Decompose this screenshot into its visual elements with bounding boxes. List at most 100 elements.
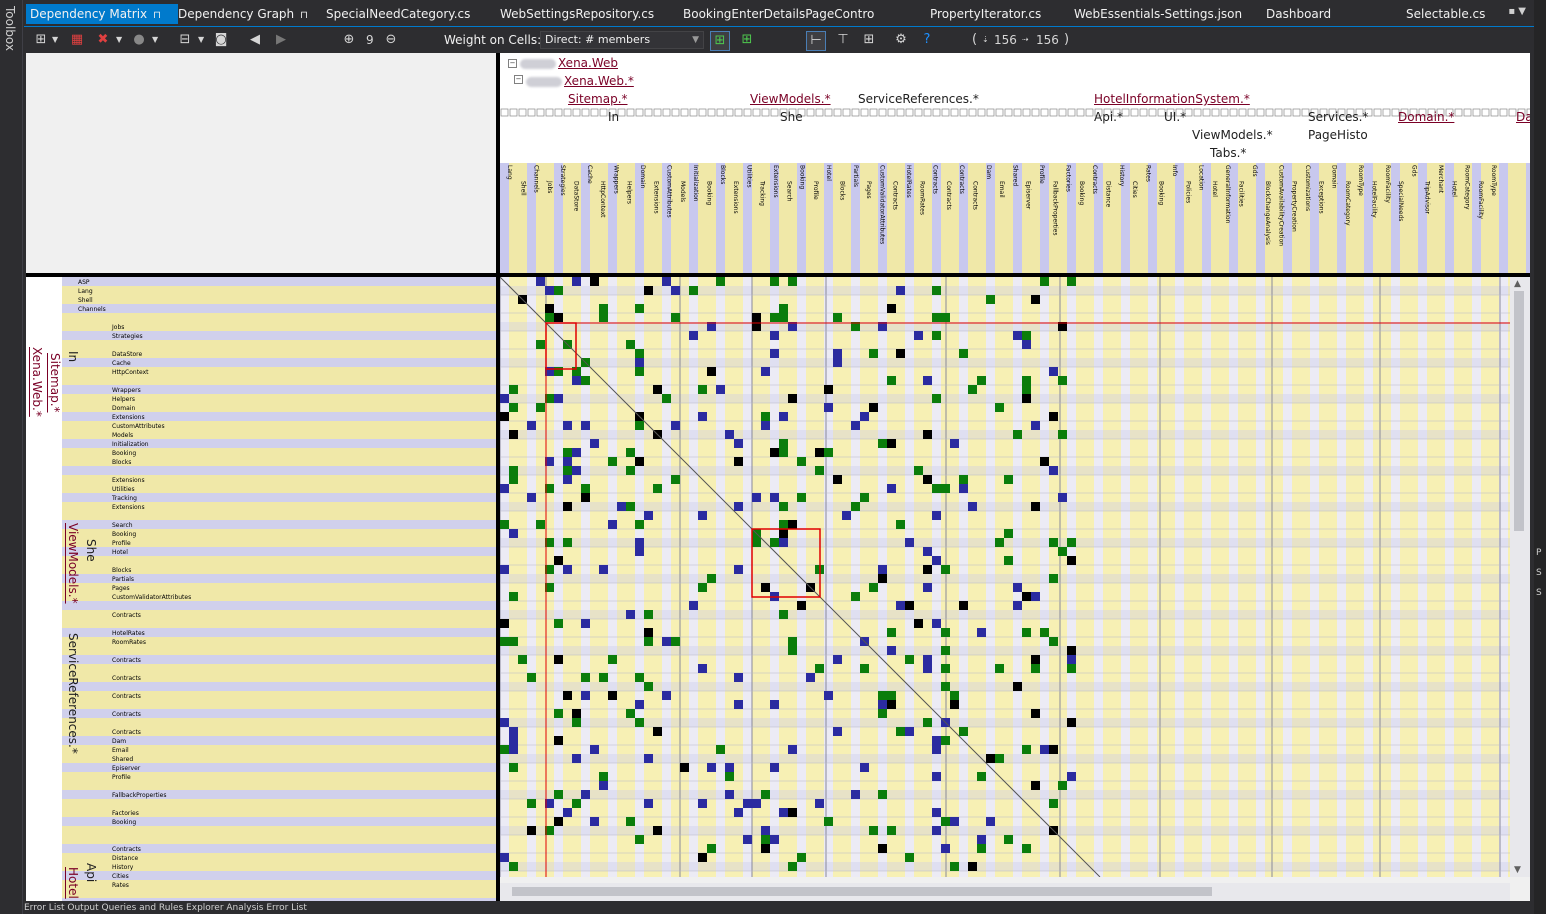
expand-icon[interactable] [1274,108,1283,117]
collapse-icon[interactable]: − [508,59,517,68]
expand-icon[interactable] [1040,108,1049,117]
horizontal-scroll-thumb[interactable] [512,887,1212,896]
toolbox-panel[interactable]: Toolbox [0,0,23,914]
expand-icon[interactable] [680,108,689,117]
expand-icon[interactable] [860,108,869,117]
expand-icon[interactable] [1499,108,1508,117]
matrix-options-icon[interactable]: ⊞ [32,31,50,49]
expand-icon[interactable] [869,108,878,117]
expand-icon[interactable] [995,108,1004,117]
row-leaf-label[interactable]: Email [112,747,129,754]
column-leaf-label[interactable]: Extensions [772,165,779,198]
back-icon[interactable]: ◀ [246,31,264,49]
tab-specialneedcategory[interactable]: SpecialNeedCategory.cs [322,4,476,24]
column-leaf-label[interactable]: Hotel [1211,181,1218,197]
expand-icon[interactable] [851,108,860,117]
row-leaf-label[interactable]: Contracts [112,711,141,718]
expand-icon[interactable] [500,108,509,117]
row-leaf-label[interactable]: ASP [78,279,90,286]
column-leaf-label[interactable]: Policies [1184,181,1191,203]
column-leaf-label[interactable]: Factories [1065,165,1072,192]
row-leaf-label[interactable]: DataStore [112,351,142,358]
expand-icon[interactable] [842,108,851,117]
column-leaf-label[interactable]: Location [1198,165,1205,190]
column-leaf-label[interactable]: Exceptions [1317,181,1324,214]
expand-icon[interactable] [761,108,770,117]
column-leaf-label[interactable]: Utilities [745,165,752,188]
expand-icon[interactable] [968,108,977,117]
expand-icon[interactable] [1373,108,1382,117]
row-ns-hotel[interactable]: Hotel [66,867,80,899]
col-ns-ui-viewmodels[interactable]: ViewModels.* [1192,128,1273,142]
expand-icon[interactable] [1067,108,1076,117]
expand-icon[interactable] [545,108,554,117]
tab-dependency-matrix[interactable]: Dependency Matrix ⊓ [26,4,178,24]
tab-selectable[interactable]: Selectable.cs [1402,4,1496,24]
forward-icon[interactable]: ▶ [272,31,290,49]
expand-icon[interactable] [923,108,932,117]
expand-icon[interactable] [653,108,662,117]
column-leaf-label[interactable]: Booking [706,181,713,205]
column-leaf-label[interactable]: Rates [1144,165,1151,182]
row-leaf-label[interactable]: Contracts [112,729,141,736]
column-leaf-label[interactable]: Tracking [759,181,766,206]
cycle-icon[interactable]: ● [130,31,148,49]
row-leaf-label[interactable]: Partials [112,576,134,583]
expand-icon[interactable] [1472,108,1481,117]
row-leaf-label[interactable]: Blocks [112,459,131,466]
tab-overflow-icon[interactable]: ▪ ▼ [1508,6,1526,17]
col-ns-services[interactable]: Services.* [1308,110,1368,124]
column-leaf-label[interactable]: RoomRates [918,181,925,215]
col-ns-hotelinformationsystem[interactable]: HotelInformationSystem.* [1094,92,1250,106]
column-leaf-label[interactable]: BlockChangeAnalysis [1264,181,1271,245]
camera-icon[interactable]: ◙ [212,31,230,49]
expand-icon[interactable] [725,108,734,117]
tab-bookingenterdetails[interactable]: BookingEnterDetailsPageController.cs✕ [679,4,875,24]
row-ns-sitemap[interactable]: Sitemap.* [48,353,62,413]
column-leaf-label[interactable]: Models [679,181,686,202]
pin-icon[interactable]: ⊓ [153,10,161,21]
expand-icon[interactable] [1481,108,1490,117]
pin-icon[interactable]: ⊓ [300,10,308,21]
expand-icon[interactable] [1121,108,1130,117]
column-leaf-label[interactable]: Dam [985,165,992,179]
tab-dependency-graph[interactable]: Dependency Graph ⊓ [174,4,308,24]
row-leaf-label[interactable]: Contracts [112,846,141,853]
column-leaf-label[interactable]: Jobs [546,181,553,193]
scroll-up-icon[interactable]: ▲ [1514,279,1521,289]
row-leaf-label[interactable]: Helpers [112,396,135,403]
row-leaf-label[interactable]: Cities [112,873,129,880]
clear-icon[interactable]: ✖ [94,31,112,49]
row-leaf-label[interactable]: Contracts [112,612,141,619]
row-leaf-label[interactable]: Wrappers [112,387,141,394]
expand-icon[interactable] [635,108,644,117]
expand-icon[interactable] [752,108,761,117]
column-leaf-label[interactable]: Profile [1038,165,1045,184]
row-leaf-label[interactable]: Booking [112,531,136,538]
column-leaf-label[interactable]: Hotel [1450,181,1457,197]
expand-icon[interactable] [986,108,995,117]
expand-icon[interactable] [1202,108,1211,117]
column-leaf-label[interactable]: Blocks [719,165,726,184]
row-leaf-label[interactable]: Shared [112,756,133,763]
expand-icon[interactable] [527,108,536,117]
row-leaf-label[interactable]: Extensions [112,504,145,511]
expand-icon[interactable] [1454,108,1463,117]
row-ns-servicereferences[interactable]: ServiceReferences.* [66,633,80,754]
expand-icon[interactable] [509,108,518,117]
expand-icon[interactable] [806,108,815,117]
column-leaf-label[interactable]: Pages [865,181,872,199]
column-leaf-label[interactable]: Info [1171,165,1178,176]
expand-icon[interactable] [590,108,599,117]
col-ns-sitemap[interactable]: Sitemap.* [568,92,628,106]
row-leaf-label[interactable]: Channels [78,306,106,313]
bottom-tool-tabs[interactable]: Error List Output Queries and Rules Expl… [24,903,1534,914]
column-leaf-label[interactable]: Contracts [1091,165,1098,194]
expand-icon[interactable] [941,108,950,117]
column-leaf-label[interactable]: PropertyCreation [1291,181,1298,232]
column-leaf-label[interactable]: Hotel [825,165,832,181]
col-ns-pagehistory[interactable]: PageHisto [1308,128,1368,142]
column-leaf-label[interactable]: Shared [1011,165,1018,186]
column-leaf-label[interactable]: Blocks [839,181,846,200]
column-leaf-label[interactable]: Contracts [945,181,952,210]
